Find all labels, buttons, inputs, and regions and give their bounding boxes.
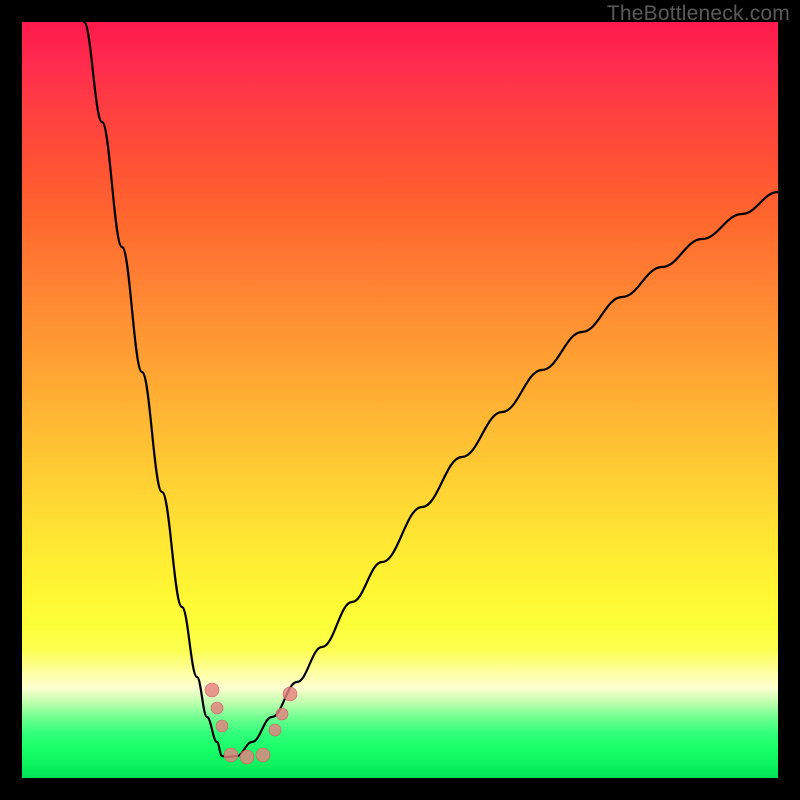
curve-markers: [205, 683, 297, 764]
left-marker-lower: [216, 720, 228, 732]
left-marker-mid: [211, 702, 223, 714]
left-marker-upper: [205, 683, 219, 697]
bottom-marker-1: [224, 748, 238, 762]
bottleneck-chart: TheBottleneck.com: [0, 0, 800, 800]
bottleneck-curve-line: [84, 22, 778, 757]
right-marker-mid: [276, 708, 288, 720]
bottom-marker-2: [240, 750, 254, 764]
watermark-text: TheBottleneck.com: [607, 2, 790, 26]
right-marker-upper: [283, 687, 297, 701]
plot-area: [22, 22, 778, 778]
right-marker-lower: [269, 724, 281, 736]
curve-svg: [22, 22, 778, 778]
bottom-marker-3: [256, 748, 270, 762]
